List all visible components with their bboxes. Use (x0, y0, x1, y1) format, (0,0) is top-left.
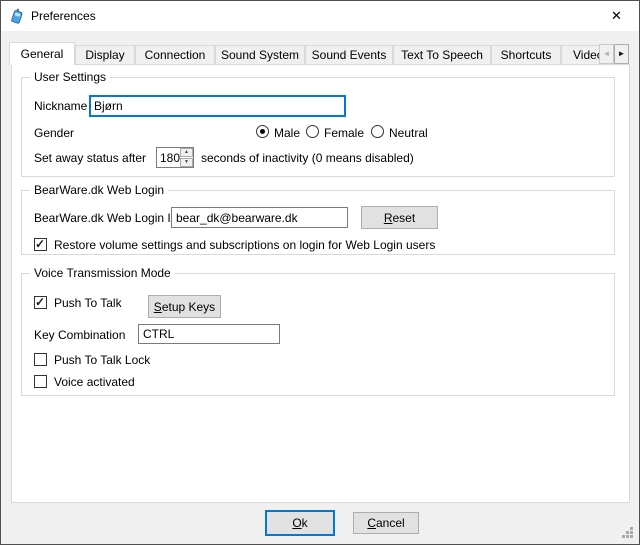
restore-volume-checkbox[interactable]: ✓ (34, 238, 47, 251)
tab-scroll-left-icon[interactable]: ◄ (599, 44, 614, 64)
key-combination-label: Key Combination (34, 328, 125, 342)
group-title-user-settings: User Settings (30, 70, 110, 84)
ok-button[interactable]: Ok (265, 510, 335, 536)
reset-button[interactable]: Reset (361, 206, 438, 229)
voice-activated-checkbox[interactable] (34, 375, 47, 388)
nickname-label: Nickname (34, 99, 87, 113)
web-login-id-label: BearWare.dk Web Login ID (34, 211, 179, 225)
gender-radio-male-label[interactable]: Male (274, 126, 300, 140)
push-to-talk-lock-label[interactable]: Push To Talk Lock (54, 353, 150, 367)
tab-sound-system[interactable]: Sound System (215, 45, 305, 64)
gender-radio-female-label[interactable]: Female (324, 126, 364, 140)
tab-connection[interactable]: Connection (135, 45, 215, 64)
away-seconds-value[interactable]: 180 (160, 151, 180, 165)
push-to-talk-checkbox[interactable]: ✓ (34, 296, 47, 309)
close-icon[interactable]: ✕ (594, 1, 639, 31)
gender-radio-neutral-label[interactable]: Neutral (389, 126, 428, 140)
away-status-suffix: seconds of inactivity (0 means disabled) (201, 151, 414, 165)
check-icon: ✓ (35, 295, 45, 309)
resize-grip[interactable] (622, 527, 635, 540)
tab-shortcuts[interactable]: Shortcuts (491, 45, 561, 64)
gender-radio-female[interactable] (306, 125, 319, 138)
spinner-up-icon[interactable]: ▲ (180, 148, 193, 157)
tab-sound-events[interactable]: Sound Events (305, 45, 393, 64)
tab-text-to-speech[interactable]: Text To Speech (393, 45, 491, 64)
tab-general[interactable]: General (9, 42, 75, 65)
gender-radio-neutral[interactable] (371, 125, 384, 138)
spinner-buttons: ▲ ▼ (180, 148, 193, 167)
check-icon: ✓ (35, 237, 45, 251)
web-login-id-input[interactable] (171, 207, 348, 228)
cancel-button[interactable]: Cancel (353, 512, 419, 534)
title-bar[interactable]: Preferences ✕ (1, 1, 639, 31)
key-combination-input[interactable] (138, 324, 280, 344)
group-title-web-login: BearWare.dk Web Login (30, 183, 168, 197)
voice-activated-label[interactable]: Voice activated (54, 375, 135, 389)
push-to-talk-lock-checkbox[interactable] (34, 353, 47, 366)
window-title: Preferences (31, 1, 96, 31)
setup-keys-button[interactable]: Setup Keys (148, 295, 221, 318)
app-icon (10, 8, 26, 24)
away-seconds-spinner[interactable]: 180 ▲ ▼ (156, 147, 194, 168)
gender-label: Gender (34, 126, 74, 140)
tab-display[interactable]: Display (75, 45, 135, 64)
away-status-label: Set away status after (34, 151, 146, 165)
preferences-dialog: Preferences ✕ General Display Connection… (0, 0, 640, 545)
push-to-talk-label[interactable]: Push To Talk (54, 296, 122, 310)
gender-radio-male[interactable] (256, 125, 269, 138)
spinner-down-icon[interactable]: ▼ (180, 158, 193, 167)
restore-volume-label[interactable]: Restore volume settings and subscription… (54, 238, 435, 252)
group-title-voice-transmission: Voice Transmission Mode (30, 266, 175, 280)
tab-scroll-right-icon[interactable]: ► (614, 44, 629, 64)
nickname-input[interactable] (89, 95, 346, 117)
radio-dot-icon (260, 129, 265, 134)
